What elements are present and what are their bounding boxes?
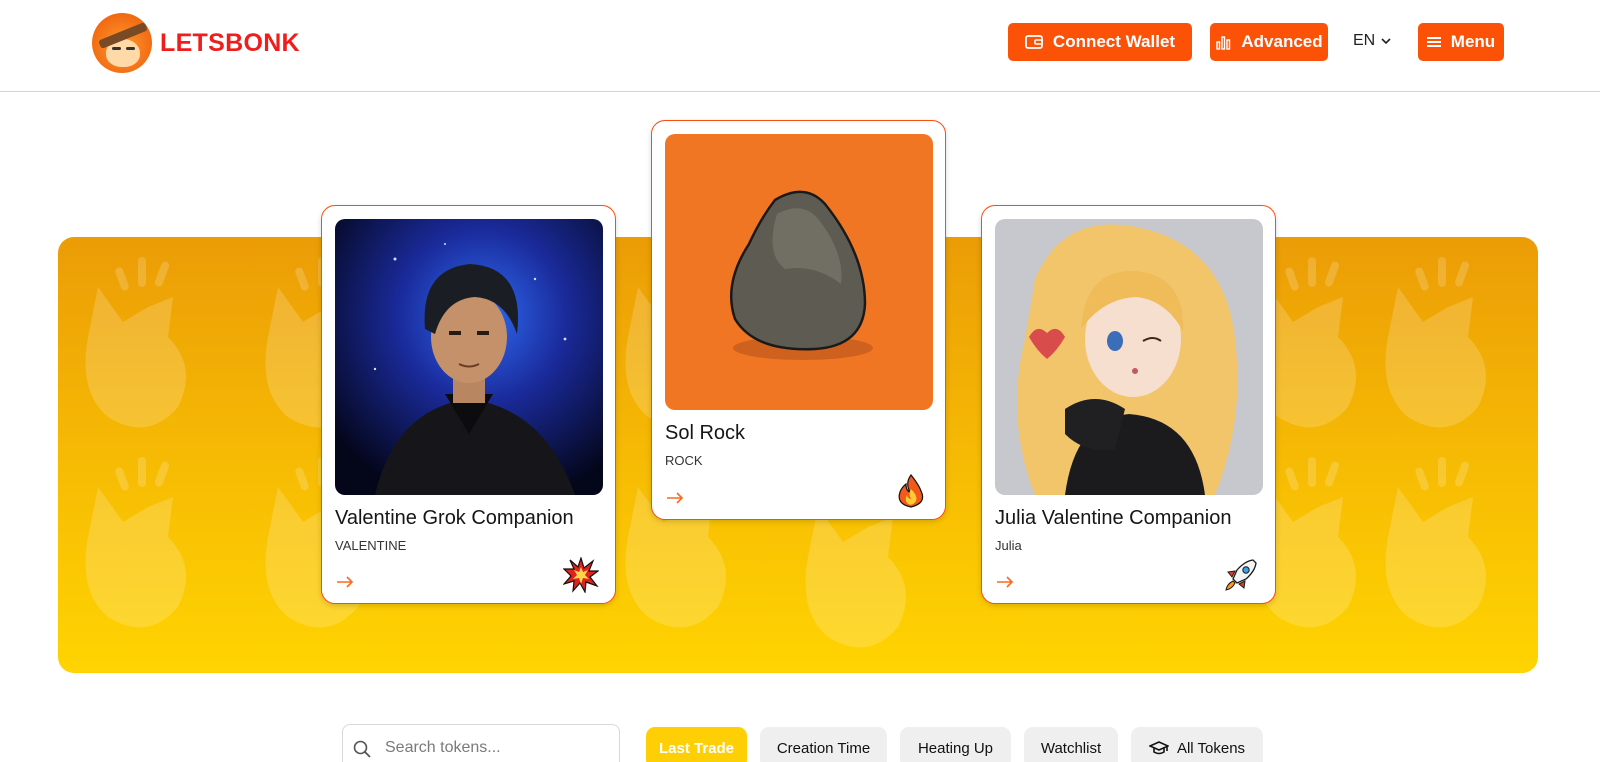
explosion-icon xyxy=(563,557,599,593)
search-box[interactable] xyxy=(342,724,620,762)
featured-token-card[interactable]: Sol Rock ROCK xyxy=(651,120,946,520)
advanced-label: Advanced xyxy=(1241,32,1323,51)
tab-label: All Tokens xyxy=(1176,739,1246,757)
brand-name: LETSBONK xyxy=(160,28,300,57)
arrow-right-icon[interactable] xyxy=(665,491,685,505)
menu-button[interactable]: Menu xyxy=(1418,23,1504,61)
menu-label: Menu xyxy=(1450,32,1496,51)
brand-logo[interactable]: LETSBONK xyxy=(92,13,300,73)
tab-label: Creation Time xyxy=(776,739,871,757)
wallet-icon xyxy=(1025,35,1043,49)
fire-icon xyxy=(898,474,924,508)
advanced-button[interactable]: Advanced xyxy=(1210,23,1328,61)
graduation-cap-icon xyxy=(1148,741,1169,755)
tab-watchlist[interactable]: Watchlist xyxy=(1024,727,1118,762)
token-symbol: Julia xyxy=(995,538,1022,553)
tab-label: Heating Up xyxy=(917,739,994,757)
token-symbol: ROCK xyxy=(665,453,703,468)
language-label: EN xyxy=(1353,32,1376,49)
tab-all-tokens[interactable]: All Tokens xyxy=(1131,727,1263,762)
arrow-right-icon[interactable] xyxy=(995,575,1015,589)
tab-last-trade[interactable]: Last Trade xyxy=(646,727,747,762)
connect-wallet-label: Connect Wallet xyxy=(1052,32,1176,51)
connect-wallet-button[interactable]: Connect Wallet xyxy=(1008,23,1192,61)
featured-token-card[interactable]: Julia Valentine Companion Julia xyxy=(981,205,1276,604)
top-header: LETSBONK Connect Wallet Advanced EN Menu xyxy=(0,0,1600,92)
tab-label: Watchlist xyxy=(1040,739,1102,757)
featured-token-card[interactable]: Valentine Grok Companion VALENTINE xyxy=(321,205,616,604)
token-name: Julia Valentine Companion xyxy=(995,507,1232,529)
arrow-right-icon[interactable] xyxy=(335,575,355,589)
bar-chart-icon xyxy=(1216,36,1231,50)
tab-creation-time[interactable]: Creation Time xyxy=(760,727,887,762)
hamburger-icon xyxy=(1426,37,1441,47)
token-name: Sol Rock xyxy=(665,422,746,444)
token-name: Valentine Grok Companion xyxy=(335,507,574,529)
search-icon xyxy=(353,740,371,758)
search-input[interactable] xyxy=(385,733,605,762)
chevron-down-icon xyxy=(1381,38,1391,45)
token-image xyxy=(665,134,933,410)
token-symbol: VALENTINE xyxy=(335,538,407,553)
logo-icon xyxy=(92,13,152,73)
tab-heating-up[interactable]: Heating Up xyxy=(900,727,1011,762)
token-image xyxy=(995,219,1263,495)
token-image xyxy=(335,219,603,495)
tab-label: Last Trade xyxy=(658,739,735,757)
language-select[interactable]: EN xyxy=(1353,32,1391,50)
rocket-icon xyxy=(1225,559,1257,591)
